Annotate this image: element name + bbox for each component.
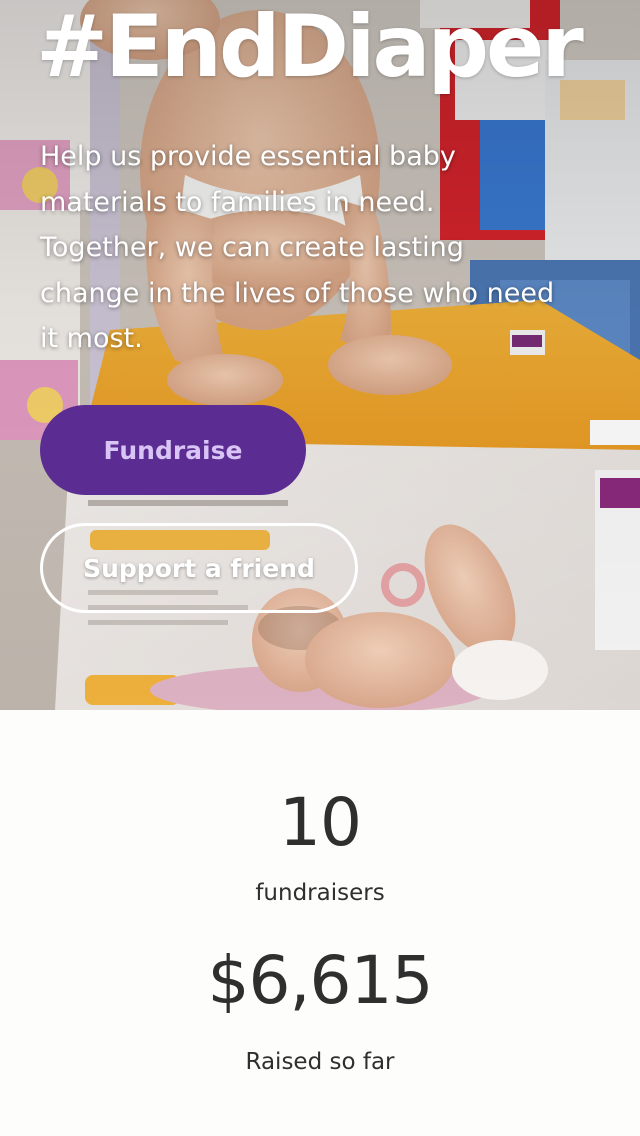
raised-amount: $6,615 xyxy=(207,942,434,1019)
support-a-friend-button[interactable]: Support a friend xyxy=(40,523,358,613)
fundraisers-label: fundraisers xyxy=(255,880,385,906)
campaign-title: #EndDiaper xyxy=(36,0,584,97)
hero-section: #EndDiaper Help us provide essential bab… xyxy=(0,0,640,710)
support-a-friend-button-label: Support a friend xyxy=(83,553,315,583)
fundraisers-count: 10 xyxy=(279,784,362,861)
fundraise-button[interactable]: Fundraise xyxy=(40,405,306,495)
fundraise-button-label: Fundraise xyxy=(103,435,243,465)
campaign-stats: 10 fundraisers $6,615 Raised so far xyxy=(0,710,640,1136)
raised-label: Raised so far xyxy=(245,1049,395,1075)
campaign-description: Help us provide essential baby materials… xyxy=(40,141,555,354)
